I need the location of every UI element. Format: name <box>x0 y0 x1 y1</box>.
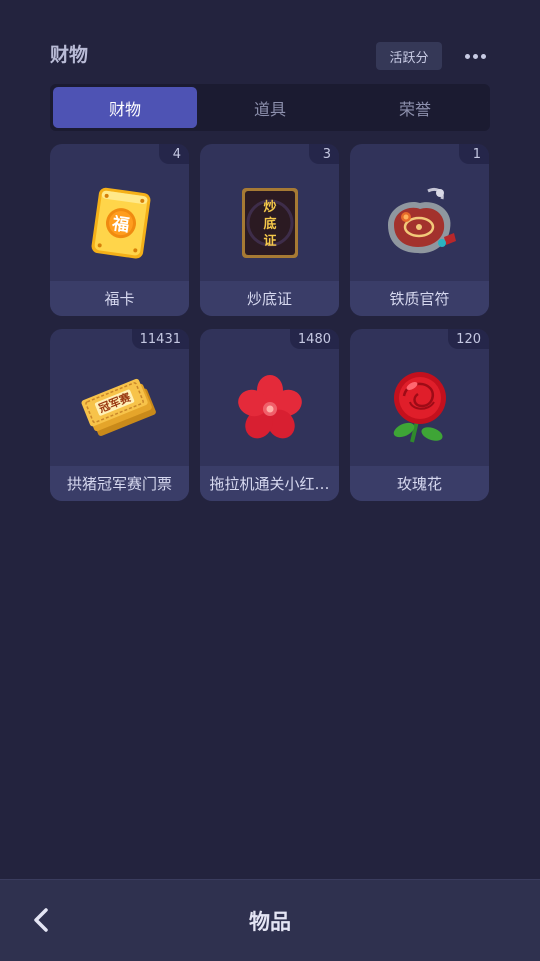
bottom-title: 物品 <box>249 909 291 934</box>
chaodi-certificate-icon: 炒 底 证 <box>200 168 339 278</box>
activity-score-button[interactable]: 活跃分 <box>376 42 442 70</box>
tab-bar: 财物 道具 荣誉 <box>50 84 490 131</box>
bottom-bar: 物品 <box>0 879 540 961</box>
red-flower-icon <box>200 353 339 463</box>
svg-text:福: 福 <box>109 213 130 236</box>
more-icon[interactable] <box>460 46 490 66</box>
item-count-badge: 11431 <box>131 329 189 349</box>
item-label: 炒底证 <box>200 281 339 316</box>
item-card-chaodi-certificate[interactable]: 3 炒 底 证 炒底证 <box>200 144 339 316</box>
rose-icon <box>350 353 489 463</box>
item-count-badge: 120 <box>448 329 489 349</box>
tab-props[interactable]: 道具 <box>198 87 342 128</box>
fu-card-icon: 福 <box>50 168 189 278</box>
tab-honors[interactable]: 荣誉 <box>343 87 487 128</box>
svg-text:证: 证 <box>263 234 276 249</box>
svg-text:炒: 炒 <box>263 200 276 215</box>
ticket-icon: 冠军赛 <box>50 353 189 463</box>
item-count-badge: 1 <box>459 144 489 164</box>
item-count-badge: 3 <box>309 144 339 164</box>
page-title: 财物 <box>50 44 89 66</box>
svg-text:底: 底 <box>263 216 276 232</box>
item-card-rose[interactable]: 120 玫瑰花 <box>350 329 489 501</box>
item-label: 拱猪冠军赛门票 <box>50 466 189 501</box>
item-count-badge: 4 <box>159 144 189 164</box>
item-label: 铁质官符 <box>350 281 489 316</box>
iron-token-icon <box>350 168 489 278</box>
item-card-red-flower[interactable]: 1480 拖拉机通关小红… <box>200 329 339 501</box>
item-card-iron-token[interactable]: 1 铁质官符 <box>350 144 489 316</box>
tab-assets[interactable]: 财物 <box>53 87 197 128</box>
back-arrow-icon[interactable] <box>24 902 58 938</box>
item-count-badge: 1480 <box>289 329 339 349</box>
item-label: 拖拉机通关小红… <box>200 466 339 501</box>
item-label: 玫瑰花 <box>350 466 489 501</box>
item-label: 福卡 <box>50 281 189 316</box>
item-card-fu-card[interactable]: 4 福 福卡 <box>50 144 189 316</box>
item-card-ticket[interactable]: 11431 冠军赛 拱猪冠军赛门票 <box>50 329 189 501</box>
